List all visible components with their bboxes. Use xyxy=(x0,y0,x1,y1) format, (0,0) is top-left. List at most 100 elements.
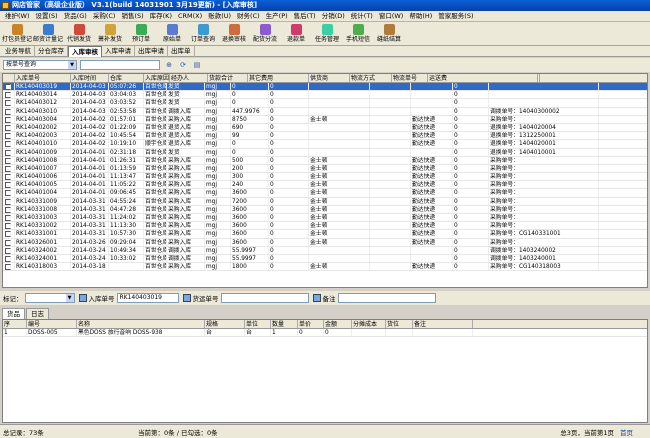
row-checkbox[interactable] xyxy=(5,92,11,99)
column-header[interactable]: 物流方式 xyxy=(350,74,392,82)
filter-icon[interactable]: ▤ xyxy=(192,60,202,70)
row-checkbox-cell[interactable] xyxy=(3,164,15,173)
toolbar-button[interactable]: 配货分流 xyxy=(251,22,279,46)
toolbar-button[interactable]: 原始单 xyxy=(158,22,186,46)
tab[interactable]: 分仓库存 xyxy=(35,46,68,57)
toolbar-button[interactable]: 退款单 xyxy=(282,22,310,46)
table-row[interactable]: RK140324002 2014-03-24 10:49:34 百世仓库 调拨入库 mgj… xyxy=(3,246,647,255)
table-row[interactable]: RK140326001 2014-03-26 09:29:04 百世仓库 采购入库 mgj… xyxy=(3,238,647,247)
column-header[interactable]: 供货商 xyxy=(309,74,350,82)
tab[interactable]: 出库单 xyxy=(168,46,195,57)
table-row[interactable]: RK140331003 2014-03-31 11:24:02 百世仓库 采购入库 mgj… xyxy=(3,214,647,223)
row-checkbox-cell[interactable] xyxy=(3,148,15,156)
search-input[interactable] xyxy=(80,60,160,70)
row-checkbox[interactable] xyxy=(5,124,11,131)
column-header[interactable]: 序 xyxy=(3,320,27,328)
row-checkbox-cell[interactable] xyxy=(3,238,15,246)
table-row[interactable]: RK140331009 2014-03-31 04:55:24 百世仓库 采购入库 mgj… xyxy=(3,197,647,206)
column-header[interactable]: 货款合计 xyxy=(208,74,248,82)
chevron-down-icon[interactable]: ▼ xyxy=(65,294,74,302)
waybill-field[interactable] xyxy=(220,293,309,303)
mark-select[interactable]: ▼ xyxy=(24,293,75,303)
table-row[interactable]: RK140402002 2014-04-02 01:22:09 百世仓库 退货入库 mgj… xyxy=(3,123,647,133)
menu-item[interactable]: 账款(U) xyxy=(205,11,234,22)
row-checkbox-cell[interactable] xyxy=(3,83,15,91)
menu-item[interactable]: 售后(T) xyxy=(291,11,319,22)
row-checkbox[interactable] xyxy=(5,239,11,246)
menu-item[interactable]: 设置(S) xyxy=(33,11,61,22)
column-header[interactable]: 货位 xyxy=(386,320,413,328)
search-mode-select[interactable]: 按单号查询 ▼ xyxy=(3,60,77,70)
tab[interactable]: 入库申请 xyxy=(102,46,135,57)
table-row[interactable]: RK140331002 2014-03-31 11:13:30 百世仓库 采购入库 mgj… xyxy=(3,222,647,231)
row-checkbox[interactable] xyxy=(5,157,11,164)
row-checkbox[interactable] xyxy=(5,223,11,230)
column-header[interactable]: 仓库 xyxy=(109,74,144,82)
row-checkbox[interactable] xyxy=(5,215,11,221)
table-row[interactable]: RK140401007 2014-04-01 01:13:59 百世仓库 采购入库 mgj… xyxy=(3,164,647,174)
table-row[interactable]: RK140401006 2014-04-01 11:13:47 百世仓库 采购入库 mgj… xyxy=(3,173,647,182)
row-checkbox-cell[interactable] xyxy=(3,140,15,148)
row-checkbox-cell[interactable] xyxy=(3,132,15,140)
menu-item[interactable]: 生产(P) xyxy=(263,11,291,22)
column-header[interactable]: 入库原因 xyxy=(144,74,170,82)
row-checkbox[interactable] xyxy=(5,255,11,262)
toolbar-button[interactable]: 订单查询 xyxy=(189,22,217,46)
tab[interactable]: 业务导航 xyxy=(2,46,35,57)
column-header[interactable]: 名称 xyxy=(77,320,205,328)
goods-row[interactable]: 1 DOSS-005 黑色DOSS 旅行音响 DOSS-938 台台 1 0 0 xyxy=(3,329,647,338)
table-row[interactable]: RK140403019 2014-04-03 05:07:26 百世仓库 发货 mgj 0 0… xyxy=(3,83,647,92)
row-checkbox-cell[interactable] xyxy=(3,173,15,181)
menu-item[interactable]: CRM(X) xyxy=(175,11,205,22)
toolbar-button[interactable]: 预订单 xyxy=(127,22,155,46)
row-checkbox-cell[interactable] xyxy=(3,156,15,164)
menu-item[interactable]: 财务(C) xyxy=(234,11,263,22)
row-checkbox[interactable] xyxy=(5,116,11,123)
column-header[interactable]: 物流单号 xyxy=(392,74,428,82)
menu-item[interactable]: 窗口(W) xyxy=(376,11,407,22)
row-checkbox[interactable] xyxy=(5,206,11,213)
row-checkbox-cell[interactable] xyxy=(3,246,15,254)
column-header[interactable]: 金额 xyxy=(324,320,352,328)
column-header[interactable]: 编号 xyxy=(27,320,77,328)
search-icon[interactable]: ⊕ xyxy=(164,60,174,70)
remark-field[interactable] xyxy=(337,293,436,303)
column-header[interactable]: 其它费用 xyxy=(248,74,309,82)
row-checkbox[interactable] xyxy=(5,247,11,254)
table-row[interactable]: RK140324001 2014-03-24 10:33:02 百世仓库 调拨入库 mgj… xyxy=(3,254,647,264)
row-checkbox-cell[interactable] xyxy=(3,189,15,197)
menu-item[interactable]: 销售(S) xyxy=(118,11,146,22)
column-header[interactable]: 运送费 xyxy=(428,74,538,82)
row-checkbox-cell[interactable] xyxy=(3,99,15,107)
bottom-tab[interactable]: 货品 xyxy=(2,308,25,319)
menu-item[interactable]: 维护(W) xyxy=(2,11,33,22)
menu-item[interactable]: 分销(D) xyxy=(319,11,348,22)
row-checkbox[interactable] xyxy=(5,100,11,107)
table-row[interactable]: RK140401009 2014-04-01 02:31:18 百世仓库 发货 mgj 0 0… xyxy=(3,148,647,157)
row-checkbox-cell[interactable] xyxy=(3,222,15,230)
menu-item[interactable]: 采购(C) xyxy=(90,11,119,22)
row-checkbox[interactable] xyxy=(5,190,11,197)
table-row[interactable]: RK140401005 2014-04-01 11:05:22 百世仓库 采购入库 mgj… xyxy=(3,181,647,190)
menu-item[interactable]: 统计(T) xyxy=(348,11,376,22)
table-row[interactable]: RK140401008 2014-04-01 01:26:31 百世仓库 采购入库 mgj… xyxy=(3,156,647,165)
inbound-no-field[interactable]: RK140403019 xyxy=(116,293,179,303)
table-row[interactable]: RK140331008 2014-03-31 04:47:28 百世仓库 采购入库 mgj… xyxy=(3,205,647,214)
row-checkbox-cell[interactable] xyxy=(3,205,15,213)
row-checkbox[interactable] xyxy=(5,141,11,148)
menu-item[interactable]: 帮助(H) xyxy=(406,11,435,22)
toolbar-button[interactable]: 任务管理 xyxy=(313,22,341,46)
toolbar-button[interactable]: 缝纸结算 xyxy=(375,22,403,46)
table-row[interactable]: RK140402003 2014-04-02 10:45:54 百世仓库 退货入库 mgj… xyxy=(3,132,647,141)
table-row[interactable]: RK140403012 2014-04-03 03:03:52 百世仓库 发货 mgj 0 0… xyxy=(3,99,647,108)
table-row[interactable]: RK140403014 2014-04-03 03:04:03 百世仓库 发货 mgj 0 0… xyxy=(3,91,647,100)
row-checkbox-cell[interactable] xyxy=(3,107,15,115)
row-checkbox[interactable] xyxy=(5,133,11,140)
row-checkbox[interactable] xyxy=(5,198,11,205)
row-checkbox[interactable] xyxy=(5,231,11,238)
row-checkbox[interactable] xyxy=(5,174,11,181)
column-header[interactable]: 经办人 xyxy=(170,74,208,82)
row-checkbox-cell[interactable] xyxy=(3,181,15,189)
column-header[interactable]: 单价 xyxy=(298,320,324,328)
menu-item[interactable]: 管家服务(S) xyxy=(435,11,476,22)
